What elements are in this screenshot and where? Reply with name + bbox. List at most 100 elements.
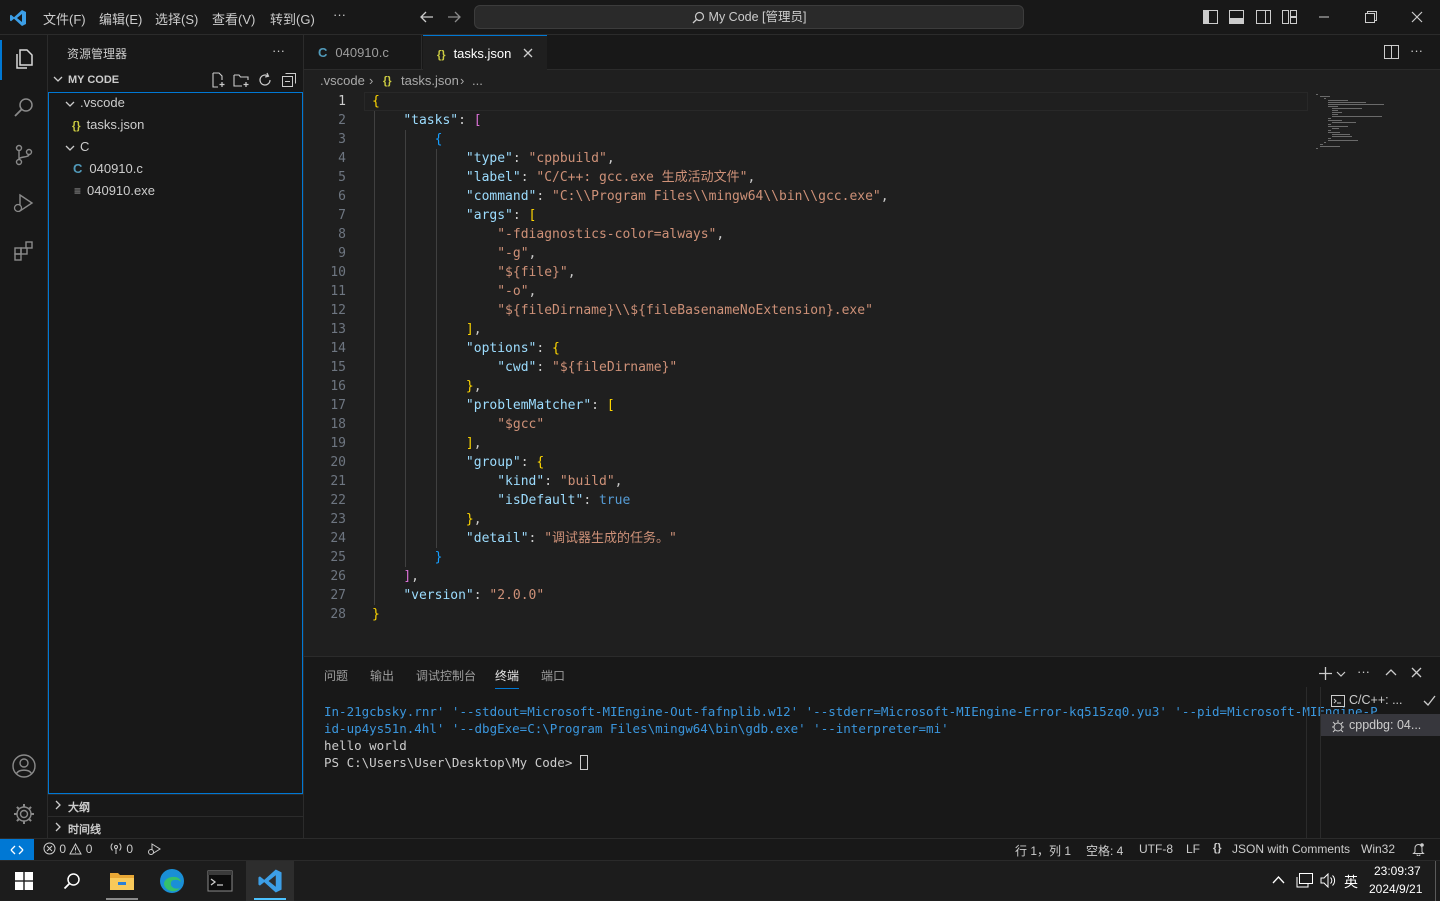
search-view-icon[interactable]	[0, 83, 48, 131]
panel-tab-output[interactable]: 输出	[370, 667, 394, 684]
menu-view[interactable]: 查看(V)	[212, 9, 255, 28]
close-window-icon[interactable]	[1411, 11, 1423, 23]
vscode-logo-icon	[9, 9, 27, 27]
back-arrow-icon[interactable]	[419, 10, 435, 24]
menu-edit[interactable]: 编辑(E)	[99, 9, 142, 28]
line-number: 17	[330, 398, 346, 413]
breadcrumb-separator-icon: ›	[460, 73, 465, 88]
tree-item-c-file[interactable]: C 040910.c	[73, 158, 143, 180]
manage-gear-icon[interactable]	[0, 790, 48, 838]
breadcrumb-folder[interactable]: .vscode	[320, 70, 365, 92]
menu-go[interactable]: 转到(G)	[270, 9, 315, 28]
ime-indicator[interactable]: 英	[1344, 872, 1358, 892]
divider	[48, 816, 303, 817]
volume-icon[interactable]	[1320, 873, 1337, 888]
ports-status[interactable]: 0	[109, 842, 133, 856]
panel-tab-debug-console[interactable]: 调试控制台	[416, 667, 476, 684]
cursor-position[interactable]: 行 1，列 1	[1015, 842, 1071, 859]
tree-item-exe-file[interactable]: ≡ 040910.exe	[74, 180, 155, 202]
close-tab-icon[interactable]	[523, 48, 533, 58]
accounts-icon[interactable]	[0, 742, 48, 790]
tab-tasks-json[interactable]: {} tasks.json	[423, 35, 547, 71]
tab-040910-c[interactable]: C 040910.c	[304, 35, 422, 70]
explorer-icon[interactable]	[0, 35, 48, 83]
notifications-bell-icon[interactable]	[1412, 842, 1425, 856]
command-center-search[interactable]: My Code [管理员]	[474, 5, 1024, 29]
source-control-icon[interactable]	[0, 131, 48, 179]
restore-icon[interactable]	[1365, 11, 1377, 23]
new-terminal-icon[interactable]	[1318, 666, 1333, 681]
timeline-section[interactable]: 时间线	[68, 821, 101, 837]
minimap[interactable]	[1314, 92, 1384, 152]
remote-icon	[10, 845, 24, 854]
minimize-icon[interactable]	[1319, 16, 1330, 18]
vscode-taskbar-icon[interactable]	[246, 861, 294, 901]
code-line: },	[465, 379, 482, 394]
breadcrumb-file[interactable]: tasks.json	[401, 70, 459, 92]
tree-item-tasks-json[interactable]: {} tasks.json	[72, 114, 144, 136]
file-explorer-icon[interactable]	[98, 861, 146, 901]
edge-browser-icon[interactable]	[148, 861, 196, 901]
extensions-icon[interactable]	[0, 227, 48, 275]
panel-tab-problems[interactable]: 问题	[324, 667, 348, 684]
terminal-dropdown-icon[interactable]	[1336, 670, 1346, 678]
tree-item-label: .vscode	[80, 95, 125, 110]
taskbar-search-icon[interactable]	[48, 861, 96, 901]
language-mode[interactable]: JSON with Comments	[1232, 842, 1350, 856]
toggle-panel-icon[interactable]	[1229, 10, 1244, 24]
run-debug-status-icon[interactable]	[147, 842, 162, 856]
json-file-icon: {}	[437, 49, 446, 61]
code-editor[interactable]: 1 2 3 4 5 6 7 8 9 10 11 12 13 14 15 16 17 18 19 20 21 22 23 24 2…	[304, 92, 1440, 656]
menu-file[interactable]: 文件(F)	[43, 9, 86, 28]
line-number: 4	[338, 151, 346, 166]
clock-time[interactable]: 23:09:37	[1374, 864, 1421, 878]
problems-status[interactable]: 0 0	[43, 842, 92, 856]
editor-more-actions[interactable]: ···	[1410, 43, 1423, 58]
platform[interactable]: Win32	[1361, 842, 1395, 856]
new-file-icon[interactable]	[210, 72, 226, 88]
customize-layout-icon[interactable]	[1282, 10, 1297, 24]
new-folder-icon[interactable]	[233, 72, 250, 88]
network-icon[interactable]	[1296, 873, 1313, 888]
terminal-item-cppdbg[interactable]: cppdbg: 04...	[1321, 714, 1440, 736]
windows-start-icon[interactable]	[0, 861, 48, 901]
panel-tab-terminal[interactable]: 终端	[495, 667, 520, 689]
end-of-line[interactable]: LF	[1186, 842, 1200, 856]
close-panel-icon[interactable]	[1411, 667, 1422, 678]
error-icon	[43, 842, 56, 855]
terminal-prompt[interactable]: PS C:\Users\User\Desktop\My Code>	[324, 754, 588, 771]
panel-more-actions[interactable]: ···	[1357, 664, 1370, 679]
encoding[interactable]: UTF-8	[1139, 842, 1173, 856]
terminal-item-cpp-build[interactable]: C/C++: ...	[1331, 693, 1440, 713]
indentation[interactable]: 空格: 4	[1086, 842, 1123, 859]
refresh-icon[interactable]	[257, 72, 273, 88]
split-editor-icon[interactable]	[1384, 45, 1399, 59]
tray-chevron-up-icon[interactable]	[1272, 875, 1285, 884]
workspace-folder-title[interactable]: MY CODE	[68, 74, 119, 86]
terminal-app-icon[interactable]	[196, 861, 244, 901]
sidebar-more-button[interactable]: ···	[272, 43, 285, 58]
line-number: 23	[330, 512, 346, 527]
collapse-all-icon[interactable]	[281, 72, 297, 88]
line-number: 28	[330, 607, 346, 622]
tree-item-vscode-folder[interactable]: .vscode	[64, 92, 125, 114]
maximize-panel-icon[interactable]	[1385, 668, 1397, 677]
toggle-secondary-sidebar-icon[interactable]	[1256, 10, 1271, 24]
outline-section[interactable]: 大纲	[68, 799, 90, 815]
clock-date[interactable]: 2024/9/21	[1369, 882, 1422, 896]
tree-item-c-folder[interactable]: C	[64, 136, 89, 158]
command-center-text: My Code [管理员]	[708, 10, 807, 24]
toggle-primary-sidebar-icon[interactable]	[1203, 10, 1218, 24]
remote-indicator[interactable]	[0, 839, 34, 860]
terminal-line: id-up4ys51n.4hl' '--dbgExe=C:\Program Fi…	[324, 721, 949, 736]
show-desktop-button[interactable]	[1435, 861, 1436, 901]
panel-tab-ports[interactable]: 端口	[541, 667, 565, 684]
divider	[48, 794, 303, 795]
breadcrumb-symbol[interactable]: ...	[472, 70, 483, 92]
terminal-scrollbar[interactable]	[1306, 687, 1307, 839]
code-line: "command": "C:\\Program Files\\mingw64\\…	[465, 189, 889, 204]
run-and-debug-icon[interactable]	[0, 179, 48, 227]
forward-arrow-icon[interactable]	[446, 10, 462, 24]
menu-selection[interactable]: 选择(S)	[155, 9, 198, 28]
menu-more[interactable]: ···	[333, 7, 346, 22]
